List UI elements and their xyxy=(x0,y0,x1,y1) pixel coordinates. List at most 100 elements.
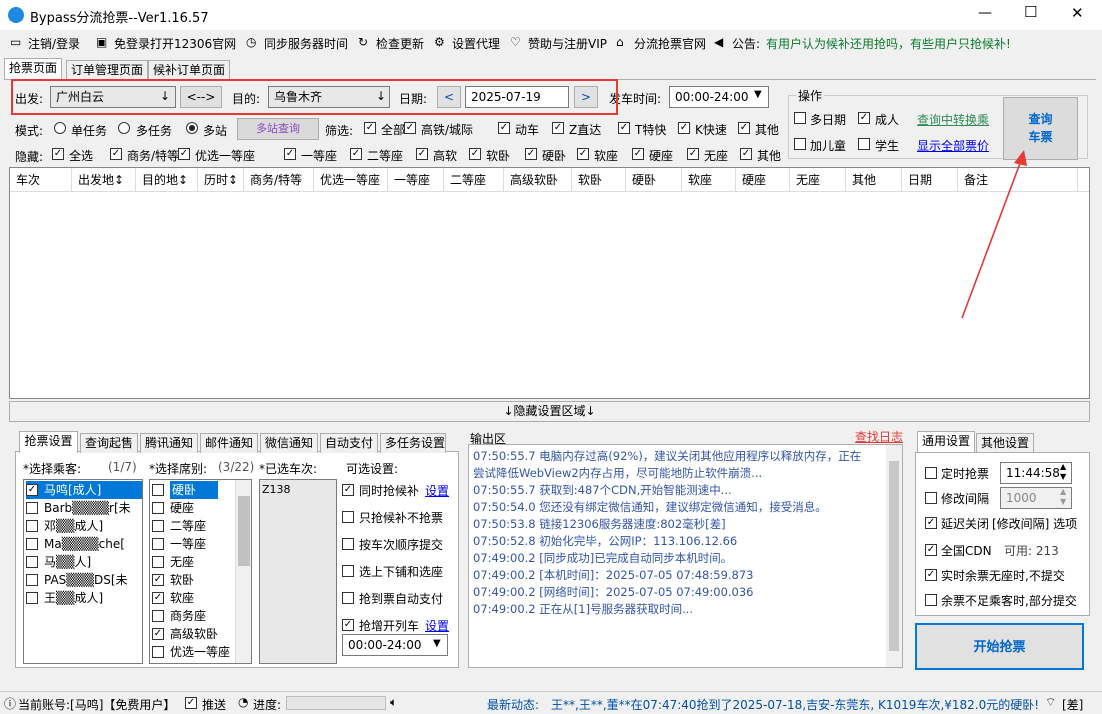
optional-setting-link[interactable]: 设置 xyxy=(425,482,449,499)
menu-open-12306[interactable]: 免登录打开12306官网 xyxy=(114,35,236,52)
maximize-button[interactable]: ☐ xyxy=(1024,3,1037,21)
menu-sponsor[interactable]: 赞助与注册VIP xyxy=(528,35,607,52)
column-header[interactable]: 软座 xyxy=(682,168,736,192)
lower-tab[interactable]: 查询起售 xyxy=(80,433,138,453)
spin-up-icon[interactable]: ▲ xyxy=(1060,462,1066,471)
column-header[interactable]: 日期 xyxy=(902,168,958,192)
passenger-item[interactable]: PAS▒▒▒DS[未 xyxy=(26,571,142,589)
optional-checkbox[interactable] xyxy=(342,511,354,523)
spin-down-icon[interactable]: ▼ xyxy=(1060,472,1066,481)
seat-checkbox[interactable] xyxy=(152,502,164,514)
passenger-checkbox[interactable] xyxy=(26,520,38,532)
adult-checkbox[interactable]: ✓ xyxy=(858,112,870,124)
filter-checkbox[interactable]: ✓ xyxy=(738,122,750,134)
column-header[interactable]: 优选一等座 xyxy=(314,168,388,192)
filter-checkbox[interactable]: ✓ xyxy=(618,122,630,134)
multi-station-radio[interactable] xyxy=(186,122,198,134)
column-header[interactable]: 商务/特等 xyxy=(244,168,314,192)
seat-checkbox[interactable]: ✓ xyxy=(152,592,164,604)
student-checkbox[interactable] xyxy=(858,138,870,150)
column-header[interactable]: 一等座 xyxy=(388,168,444,192)
lower-tab[interactable]: 多任务设置 xyxy=(380,433,446,453)
column-header[interactable]: 硬座 xyxy=(736,168,790,192)
menu-check-update[interactable]: 检查更新 xyxy=(376,35,424,52)
lower-tab[interactable]: 腾讯通知 xyxy=(140,433,198,453)
hide-checkbox[interactable]: ✓ xyxy=(52,148,64,160)
optional-checkbox[interactable] xyxy=(342,538,354,550)
hide-checkbox[interactable]: ✓ xyxy=(284,148,296,160)
seat-checkbox[interactable]: ✓ xyxy=(152,574,164,586)
seat-checkbox[interactable] xyxy=(152,484,164,496)
optional-checkbox[interactable]: ✓ xyxy=(342,484,354,496)
filter-checkbox[interactable]: ✓ xyxy=(552,122,564,134)
search-tickets-button[interactable]: 查询 车票 xyxy=(1003,97,1078,160)
single-task-radio[interactable] xyxy=(54,122,66,134)
filter-checkbox[interactable]: ✓ xyxy=(678,122,690,134)
seat-item[interactable]: 商务座 xyxy=(152,607,236,625)
seat-item[interactable]: 无座 xyxy=(152,553,236,571)
seat-checkbox[interactable] xyxy=(152,556,164,568)
push-checkbox[interactable]: ✓ xyxy=(185,697,197,709)
lower-tab[interactable]: 自动支付 xyxy=(320,433,378,453)
hide-checkbox[interactable]: ✓ xyxy=(350,148,362,160)
partial-checkbox[interactable] xyxy=(925,594,937,606)
minimize-button[interactable]: — xyxy=(978,5,992,21)
hide-checkbox[interactable]: ✓ xyxy=(687,148,699,160)
hide-checkbox[interactable]: ✓ xyxy=(178,148,190,160)
optional-checkbox[interactable] xyxy=(342,565,354,577)
filter-checkbox[interactable]: ✓ xyxy=(404,122,416,134)
seat-item[interactable]: ✓ 软座 xyxy=(152,589,236,607)
menu-proxy[interactable]: 设置代理 xyxy=(452,35,500,52)
toggle-hidden-settings[interactable]: ↓隐藏设置区域↓ xyxy=(9,401,1090,422)
filter-checkbox[interactable]: ✓ xyxy=(364,122,376,134)
seat-item[interactable]: 硬卧 xyxy=(152,481,236,499)
scroll-thumb[interactable] xyxy=(889,461,899,651)
volume-icon[interactable]: 🔈︎ xyxy=(390,695,397,710)
passenger-item[interactable]: Ma▒▒▒▒che[ xyxy=(26,535,142,553)
close-button[interactable]: ✕ xyxy=(1071,4,1084,22)
column-header[interactable]: 车次 xyxy=(10,168,72,192)
seat-item[interactable]: ✓ 软卧 xyxy=(152,571,236,589)
seat-item[interactable]: 二等座 xyxy=(152,517,236,535)
scroll-thumb[interactable] xyxy=(238,496,250,566)
column-header[interactable]: 硬卧 xyxy=(626,168,682,192)
tab-waitlist[interactable]: 候补订单页面 xyxy=(148,60,231,80)
menu-website[interactable]: 分流抢票官网 xyxy=(634,35,706,52)
passenger-item[interactable]: 马▒▒人] xyxy=(26,553,142,571)
realtime-checkbox[interactable]: ✓ xyxy=(925,569,937,581)
column-header[interactable]: 目的地↕ xyxy=(136,168,198,192)
interval-checkbox[interactable] xyxy=(925,492,937,504)
passenger-item[interactable]: ✓ 马鸣[成人] xyxy=(26,481,142,499)
column-header[interactable]: 软卧 xyxy=(572,168,626,192)
optional-checkbox[interactable]: ✓ xyxy=(342,619,354,631)
seat-item[interactable]: ✓ 高级软卧 xyxy=(152,625,236,643)
log-scrollbar[interactable] xyxy=(886,445,902,667)
column-header[interactable]: 无座 xyxy=(790,168,846,192)
multi-date-checkbox[interactable] xyxy=(794,112,806,124)
column-header[interactable]: 高级软卧 xyxy=(504,168,572,192)
menu-login[interactable]: 注销/登录 xyxy=(28,35,80,52)
passenger-checkbox[interactable] xyxy=(26,502,38,514)
child-checkbox[interactable] xyxy=(794,138,806,150)
menu-sync-time[interactable]: 同步服务器时间 xyxy=(264,35,348,52)
selected-train-item[interactable]: Z138 xyxy=(262,481,291,499)
multi-task-radio[interactable] xyxy=(118,122,130,134)
seat-checkbox[interactable] xyxy=(152,520,164,532)
tab-general-settings[interactable]: 通用设置 xyxy=(917,431,976,453)
passenger-checkbox[interactable] xyxy=(26,574,38,586)
seat-item[interactable]: 硬座 xyxy=(152,499,236,517)
seat-item[interactable]: 一等座 xyxy=(152,535,236,553)
passenger-item[interactable]: 邓▒▒成人] xyxy=(26,517,142,535)
timed-checkbox[interactable] xyxy=(925,467,937,479)
start-grab-button[interactable]: 开始抢票 xyxy=(915,623,1084,670)
seat-checkbox[interactable]: ✓ xyxy=(152,628,164,640)
tab-orders[interactable]: 订单管理页面 xyxy=(66,60,149,80)
column-header[interactable]: 备注 xyxy=(958,168,1078,192)
spin-up-icon[interactable]: ▲ xyxy=(1060,487,1066,496)
passenger-item[interactable]: Barb▒▒▒▒r[未 xyxy=(26,499,142,517)
seat-list-scrollbar[interactable] xyxy=(235,480,251,663)
optional-checkbox[interactable] xyxy=(342,592,354,604)
seat-checkbox[interactable] xyxy=(152,538,164,550)
optional-setting-link[interactable]: 设置 xyxy=(425,617,449,634)
seat-checkbox[interactable] xyxy=(152,646,164,658)
